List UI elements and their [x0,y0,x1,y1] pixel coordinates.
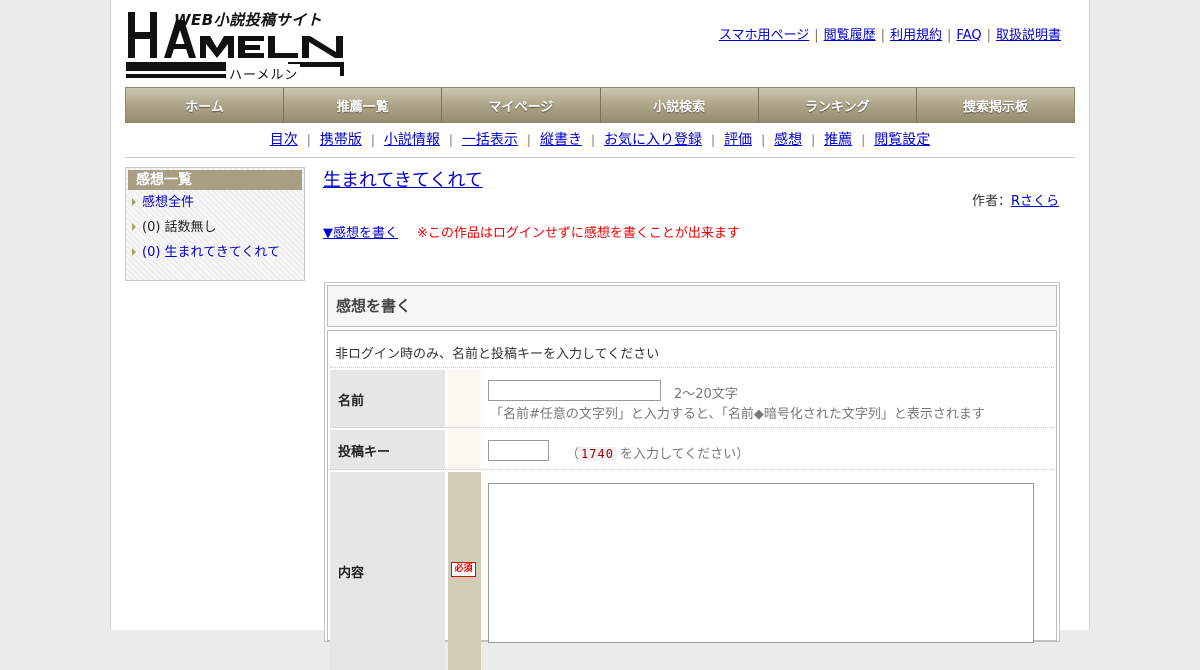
manual-link[interactable]: 取扱説明書 [996,28,1061,43]
separator: | [814,28,819,43]
comment-sidebar: 感想一覧 感想全件 (0) 話数無し (0) 生まれてきてくれて [125,167,305,281]
page-container: WEB小説投稿サイト ハーメルン スマホ用ページ | 閲覧履歴 | 利用規約 | FAQ | 取… [110,0,1090,670]
novel-title-link[interactable]: 生まれてきてくれて [323,166,483,192]
sidebar-item-all-comments[interactable]: 感想全件 [128,190,302,215]
history-link[interactable]: 閲覧履歴 [824,28,876,43]
nav-mypage[interactable]: マイページ [442,88,601,122]
required-cell: 必須 [448,472,481,670]
nav-recommendations[interactable]: 推薦一覧 [284,88,443,122]
separator: | [947,28,952,43]
arrow-right-icon [132,198,136,206]
nav-ranking[interactable]: ランキング [758,88,917,122]
subnav-rating[interactable]: 評価 [724,132,752,148]
logo-caption: WEB小説投稿サイト [174,11,323,29]
nav-search-board[interactable]: 捜索掲示板 [916,88,1075,122]
post-key-code: 1740 [579,447,616,461]
required-badge: 必須 [451,562,476,577]
subnav-toc[interactable]: 目次 [270,132,298,148]
form-instruction: 非ログイン時のみ、名前と投稿キーを入力してください [335,347,660,362]
novel-sub-nav: 目次 | 携帯版 | 小説情報 | 一括表示 | 縦書き | お気に入り登録 | 評価 | 感想 | 推薦 | 閲覧… [125,129,1075,158]
nav-novel-search[interactable]: 小説検索 [600,88,759,122]
main-nav: ホーム 推薦一覧 マイページ 小説検索 ランキング 捜索掲示板 [125,87,1075,123]
comment-textarea[interactable] [488,483,1034,643]
separator: | [370,133,375,147]
site-logo[interactable]: WEB小説投稿サイト ハーメルン [126,8,346,83]
separator: | [590,133,596,147]
sidebar-item-label: 感想全件 [142,195,195,210]
subnav-recommend[interactable]: 推薦 [824,132,852,148]
faq-link[interactable]: FAQ [956,28,981,43]
logo-kana: ハーメルン [227,64,301,83]
content-row: 内容 必須 [330,469,1054,670]
form-body: 非ログイン時のみ、名前と投稿キーを入力してください 名前 2～20文字 「名前#… [327,330,1057,670]
sidebar-item-label: (0) 話数無し [142,220,217,235]
arrow-right-icon [132,248,136,256]
subnav-mobile[interactable]: 携帯版 [320,132,362,148]
key-hint: （1740 を入力してください） [566,443,749,462]
separator: | [306,133,311,147]
post-key-input[interactable] [488,440,549,461]
subnav-comments[interactable]: 感想 [774,132,802,148]
header-links: スマホ用ページ | 閲覧履歴 | 利用規約 | FAQ | 取扱説明書 [719,24,1061,43]
sidebar-title: 感想一覧 [128,170,302,190]
name-length-hint: 2～20文字 [674,387,738,402]
write-comment-anchor: ▼感想を書く [323,222,398,241]
guest-notice: ※この作品はログインせずに感想を書くことが出来ます [417,226,740,241]
optional-cell [448,430,481,470]
key-row: 投稿キー （1740 を入力してください） [330,427,1054,470]
name-input[interactable] [488,380,661,401]
sidebar-item-no-chapter: (0) 話数無し [128,215,302,240]
separator: | [448,133,453,147]
arrow-right-icon [132,223,136,231]
separator: | [861,133,866,147]
separator: | [711,133,716,147]
subnav-view-settings[interactable]: 閲覧設定 [874,132,930,148]
key-label: 投稿キー [330,430,445,470]
name-row: 名前 2～20文字 「名前#任意の文字列」と入力すると、「名前◆暗号化された文字… [330,367,1054,428]
sidebar-item-label: (0) 生まれてきてくれて [142,245,280,260]
subnav-favorite[interactable]: お気に入り登録 [604,132,702,148]
subnav-novel-info[interactable]: 小説情報 [384,132,440,148]
terms-link[interactable]: 利用規約 [890,28,942,43]
author-line: 作者：Rさくら [972,190,1059,209]
name-format-hint: 「名前#任意の文字列」と入力すると、「名前◆暗号化された文字列」と表示されます [490,407,985,422]
name-cell: 2～20文字 「名前#任意の文字列」と入力すると、「名前◆暗号化された文字列」と… [488,370,1054,428]
separator: | [880,28,885,43]
nav-home[interactable]: ホーム [126,88,285,122]
author-link[interactable]: Rさくら [1011,194,1059,209]
smartphone-page-link[interactable]: スマホ用ページ [719,28,809,43]
comment-form: 感想を書く 非ログイン時のみ、名前と投稿キーを入力してください 名前 2～20文… [324,282,1060,670]
separator: | [526,133,531,147]
subnav-vertical[interactable]: 縦書き [540,132,582,148]
content-cell [488,472,1054,670]
key-hint-close: を入力してください） [615,447,750,462]
key-cell: （1740 を入力してください） [488,430,1054,470]
sidebar-item-chapter[interactable]: (0) 生まれてきてくれて [128,240,302,265]
author-label: 作者： [971,194,1011,209]
form-heading: 感想を書く [327,285,1057,327]
separator: | [811,133,816,147]
content-label: 内容 [330,472,445,670]
optional-cell [448,370,481,428]
separator: | [761,133,766,147]
write-comment-link[interactable]: ▼感想を書く [323,226,398,241]
subnav-show-all[interactable]: 一括表示 [462,132,518,148]
key-hint-open: （ [566,447,580,462]
name-label: 名前 [330,370,445,428]
separator: | [986,28,991,43]
